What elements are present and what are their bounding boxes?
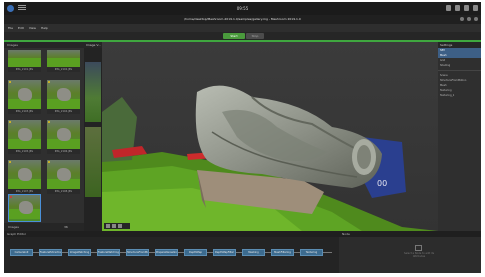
- status-badge: [48, 161, 50, 163]
- menu-edit[interactable]: Edit: [18, 26, 24, 30]
- images-panel: Images IMG_2101.JPG IMG_2102.JPG IMG_210…: [4, 42, 84, 231]
- thumbnail[interactable]: IMG_2103.JPG: [8, 80, 41, 114]
- settings-row-texturing-1[interactable]: Texturing_1: [438, 93, 481, 98]
- thumbnail[interactable]: IMG_2104.JPG: [47, 80, 80, 114]
- images-footer: 36 Images: [4, 223, 84, 231]
- 3d-viewer[interactable]: 00: [102, 42, 438, 231]
- camera-icon[interactable]: [106, 224, 110, 228]
- node-placeholder-icon: [415, 245, 422, 251]
- graph-node[interactable]: FeatureExtraction: [39, 249, 62, 256]
- image-count-label: Images: [8, 225, 19, 229]
- volume-icon[interactable]: [455, 5, 460, 11]
- meshroom-app: 09:55 /home/desktop/Meshroom-2019.1.0/sa…: [4, 2, 481, 273]
- graph-node[interactable]: Texturing: [300, 249, 323, 256]
- image-preview: [85, 62, 101, 122]
- graph-editor[interactable]: Graph Editor CameraInit FeatureExtractio…: [4, 231, 339, 273]
- graph-node[interactable]: ImageMatching: [68, 249, 91, 256]
- menu-bar: File Edit View Help: [4, 24, 481, 32]
- graph-node[interactable]: FeatureMatching: [97, 249, 120, 256]
- power-icon[interactable]: [473, 5, 478, 11]
- window-title: /home/desktop/Meshroom-2019.1.0/samples/…: [184, 17, 301, 21]
- thumbnail[interactable]: [8, 194, 41, 222]
- viewer-settings-panel: Settings SfM Mesh Grid Shading Scene Str…: [438, 42, 481, 231]
- status-badge: [10, 196, 12, 198]
- menu-file[interactable]: File: [8, 26, 13, 30]
- window-controls: [460, 17, 478, 21]
- os-taskbar: 09:55: [4, 2, 481, 15]
- node-attributes-panel: Node Select a Node to edit its Attribute…: [339, 231, 481, 273]
- system-tray: [446, 5, 478, 11]
- graph-editor-title: Graph Editor: [4, 231, 339, 237]
- thumbnail[interactable]: IMG_2107.JPG: [8, 160, 41, 194]
- image-preview: [85, 127, 101, 197]
- image-viewer: [84, 42, 102, 231]
- status-badge: [9, 121, 11, 123]
- node-hint: Select a Node to edit its Attributes: [403, 252, 435, 258]
- graph-node[interactable]: CameraInit: [10, 249, 33, 256]
- window-titlebar: /home/desktop/Meshroom-2019.1.0/samples/…: [4, 15, 481, 24]
- status-badge: [9, 81, 11, 83]
- os-clock: 09:55: [236, 6, 249, 11]
- graph-node[interactable]: DepthMap: [184, 249, 207, 256]
- images-panel-title: Images: [4, 42, 84, 48]
- graph-node[interactable]: StructureFromMotion: [126, 249, 149, 256]
- thumbnail[interactable]: IMG_2101.JPG: [8, 50, 41, 72]
- svg-text:00: 00: [377, 179, 387, 188]
- maximize-icon[interactable]: [467, 17, 471, 21]
- node-panel-title: Node: [339, 231, 481, 237]
- minimize-icon[interactable]: [460, 17, 464, 21]
- close-icon[interactable]: [474, 17, 478, 21]
- grid-icon[interactable]: [112, 224, 116, 228]
- settings-row-shading[interactable]: Shading: [438, 63, 481, 68]
- graph-node[interactable]: PrepareDenseScene: [155, 249, 178, 256]
- settings-icon[interactable]: [118, 224, 122, 228]
- graph-node[interactable]: MeshFiltering: [271, 249, 294, 256]
- status-badge: [48, 121, 50, 123]
- toolbar: Start Stop: [4, 32, 481, 40]
- network-icon[interactable]: [446, 5, 451, 11]
- status-badge: [48, 81, 50, 83]
- thumbnail[interactable]: IMG_2105.JPG: [8, 120, 41, 154]
- 3d-scene[interactable]: 00: [102, 42, 438, 231]
- menu-view[interactable]: View: [29, 26, 36, 30]
- image-count: 36: [64, 225, 68, 229]
- thumbnail[interactable]: IMG_2108.JPG: [47, 160, 80, 194]
- tab-image-viewer[interactable]: Image V...: [84, 42, 103, 48]
- start-button[interactable]: Start: [223, 33, 245, 39]
- menu-help[interactable]: Help: [41, 26, 48, 30]
- status-badge: [9, 161, 11, 163]
- stop-button[interactable]: Stop: [246, 33, 264, 39]
- graph-node[interactable]: Meshing: [242, 249, 265, 256]
- graph-node[interactable]: DepthMapFilter: [213, 249, 236, 256]
- thumbnail[interactable]: IMG_2106.JPG: [47, 120, 80, 154]
- thumbnail[interactable]: IMG_2102.JPG: [47, 50, 80, 72]
- battery-icon[interactable]: [464, 5, 469, 11]
